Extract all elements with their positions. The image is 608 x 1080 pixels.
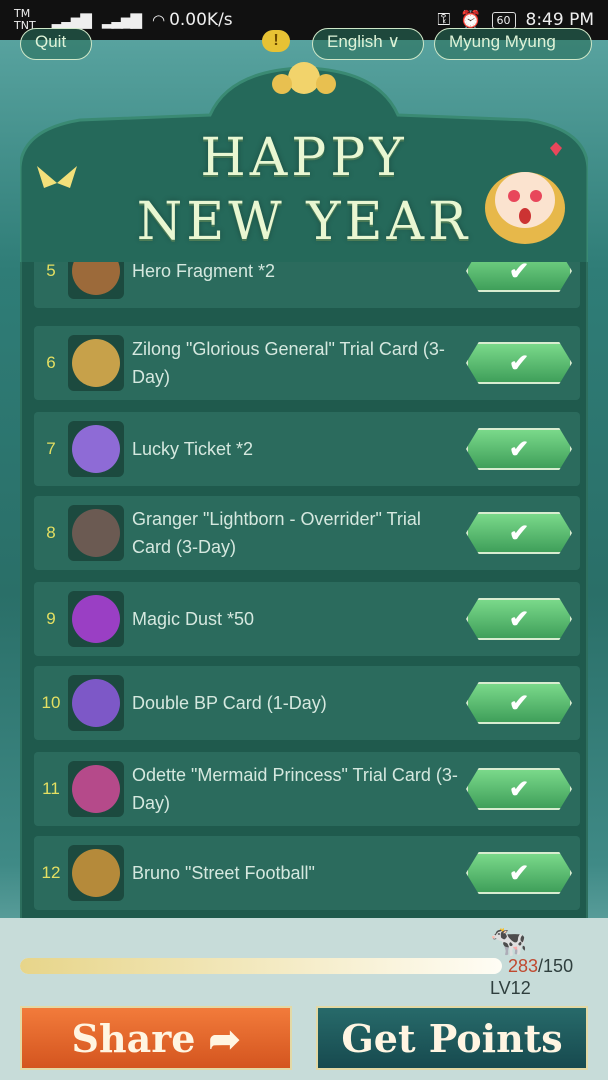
reward-row: 9 Magic Dust *50 ✔ bbox=[34, 582, 580, 656]
reward-label: Hero Fragment *2 bbox=[132, 262, 276, 281]
hero-fragment-icon bbox=[68, 262, 124, 299]
reward-number: 6 bbox=[46, 353, 56, 372]
points-progress-bar bbox=[20, 958, 502, 974]
claimed-button[interactable]: ✔ bbox=[466, 512, 572, 554]
bp-card-icon bbox=[68, 675, 124, 731]
reward-label: Odette "Mermaid Princess" Trial Card (3-… bbox=[132, 765, 458, 813]
bruno-hero-icon bbox=[68, 845, 124, 901]
quit-button[interactable]: Quit bbox=[20, 28, 92, 60]
get-points-button[interactable]: Get Points bbox=[316, 1006, 588, 1070]
reward-number: 10 bbox=[41, 693, 61, 712]
mascot-icon bbox=[485, 142, 565, 244]
butterfly-icon bbox=[37, 166, 77, 188]
points-counter: 283/150 bbox=[508, 956, 573, 977]
battery-icon: 60 bbox=[491, 11, 516, 29]
user-name-button[interactable]: Myung Myung bbox=[434, 28, 592, 60]
lucky-ticket-icon bbox=[68, 421, 124, 477]
reward-number: 9 bbox=[46, 609, 56, 628]
help-icon[interactable]: ! bbox=[262, 30, 290, 52]
reward-label: Magic Dust *50 bbox=[132, 609, 255, 629]
checkmark-icon: ✔ bbox=[508, 435, 530, 463]
claimed-button[interactable]: ✔ bbox=[466, 852, 572, 894]
signal-icon-2: ▂▃▅▇ bbox=[101, 11, 142, 29]
claimed-button[interactable]: ✔ bbox=[466, 768, 572, 810]
checkmark-icon: ✔ bbox=[508, 519, 530, 547]
reward-row: 7 Lucky Ticket *2 ✔ bbox=[34, 412, 580, 486]
cow-icon: 🐄 bbox=[490, 925, 528, 958]
reward-row: 6 Zilong "Glorious General" Trial Card (3… bbox=[34, 326, 580, 400]
reward-label: Bruno "Street Football" bbox=[132, 863, 315, 883]
reward-label: Lucky Ticket *2 bbox=[132, 439, 254, 459]
claimed-button[interactable]: ✔ bbox=[466, 598, 572, 640]
wifi-icon: ◠ bbox=[151, 11, 165, 29]
reward-label: Zilong "Glorious General" Trial Card (3-… bbox=[132, 339, 445, 387]
checkmark-icon: ✔ bbox=[508, 349, 530, 377]
points-current: 283 bbox=[508, 956, 539, 976]
progress-fill bbox=[20, 958, 502, 974]
reward-list[interactable]: 5 Hero Fragment *2 ✔ 6 Zilong "Glorious Gene… bbox=[20, 262, 588, 918]
reward-row: 10 Double BP Card (1-Day) ✔ bbox=[34, 666, 580, 740]
signal-icon: ▂▃▅▇ bbox=[51, 11, 92, 29]
claimed-button[interactable]: ✔ bbox=[466, 262, 572, 292]
granger-hero-icon bbox=[68, 505, 124, 561]
reward-number: 8 bbox=[46, 523, 56, 542]
claimed-button[interactable]: ✔ bbox=[466, 342, 572, 384]
language-selector[interactable]: English ∨ bbox=[312, 28, 424, 60]
reward-label: Double BP Card (1-Day) bbox=[132, 693, 327, 713]
checkmark-icon: ✔ bbox=[508, 605, 530, 633]
reward-row: 12 Bruno "Street Football" ✔ bbox=[34, 836, 580, 910]
magic-dust-icon bbox=[68, 591, 124, 647]
reward-label: Granger "Lightborn - Overrider" Trial Ca… bbox=[132, 509, 421, 557]
reward-row: 8 Granger "Lightborn - Overrider" Trial C… bbox=[34, 496, 580, 570]
level-label: LV12 bbox=[490, 978, 531, 998]
reward-number: 12 bbox=[41, 863, 61, 882]
checkmark-icon: ✔ bbox=[508, 689, 530, 717]
checkmark-icon: ✔ bbox=[508, 859, 530, 887]
reward-number: 7 bbox=[46, 439, 56, 458]
alarm-icon: ⏰ bbox=[460, 10, 482, 30]
claimed-button[interactable]: ✔ bbox=[466, 682, 572, 724]
reward-row: 5 Hero Fragment *2 ✔ bbox=[34, 262, 580, 308]
network-speed: 0.00K/s bbox=[169, 10, 233, 30]
reward-number: 11 bbox=[42, 779, 60, 798]
points-max: /150 bbox=[538, 956, 574, 976]
key-icon: ⚿ bbox=[437, 10, 451, 30]
reward-number: 5 bbox=[46, 262, 56, 280]
clock: 8:49 PM bbox=[525, 10, 595, 30]
odette-hero-icon bbox=[68, 761, 124, 817]
zilong-hero-icon bbox=[68, 335, 124, 391]
checkmark-icon: ✔ bbox=[508, 775, 530, 803]
checkmark-icon: ✔ bbox=[508, 262, 530, 285]
event-header: HAPPY NEW YEAR bbox=[20, 60, 588, 280]
reward-row: 11 Odette "Mermaid Princess" Trial Card (… bbox=[34, 752, 580, 826]
share-button[interactable]: Share ➦ bbox=[20, 1006, 292, 1070]
claimed-button[interactable]: ✔ bbox=[466, 428, 572, 470]
